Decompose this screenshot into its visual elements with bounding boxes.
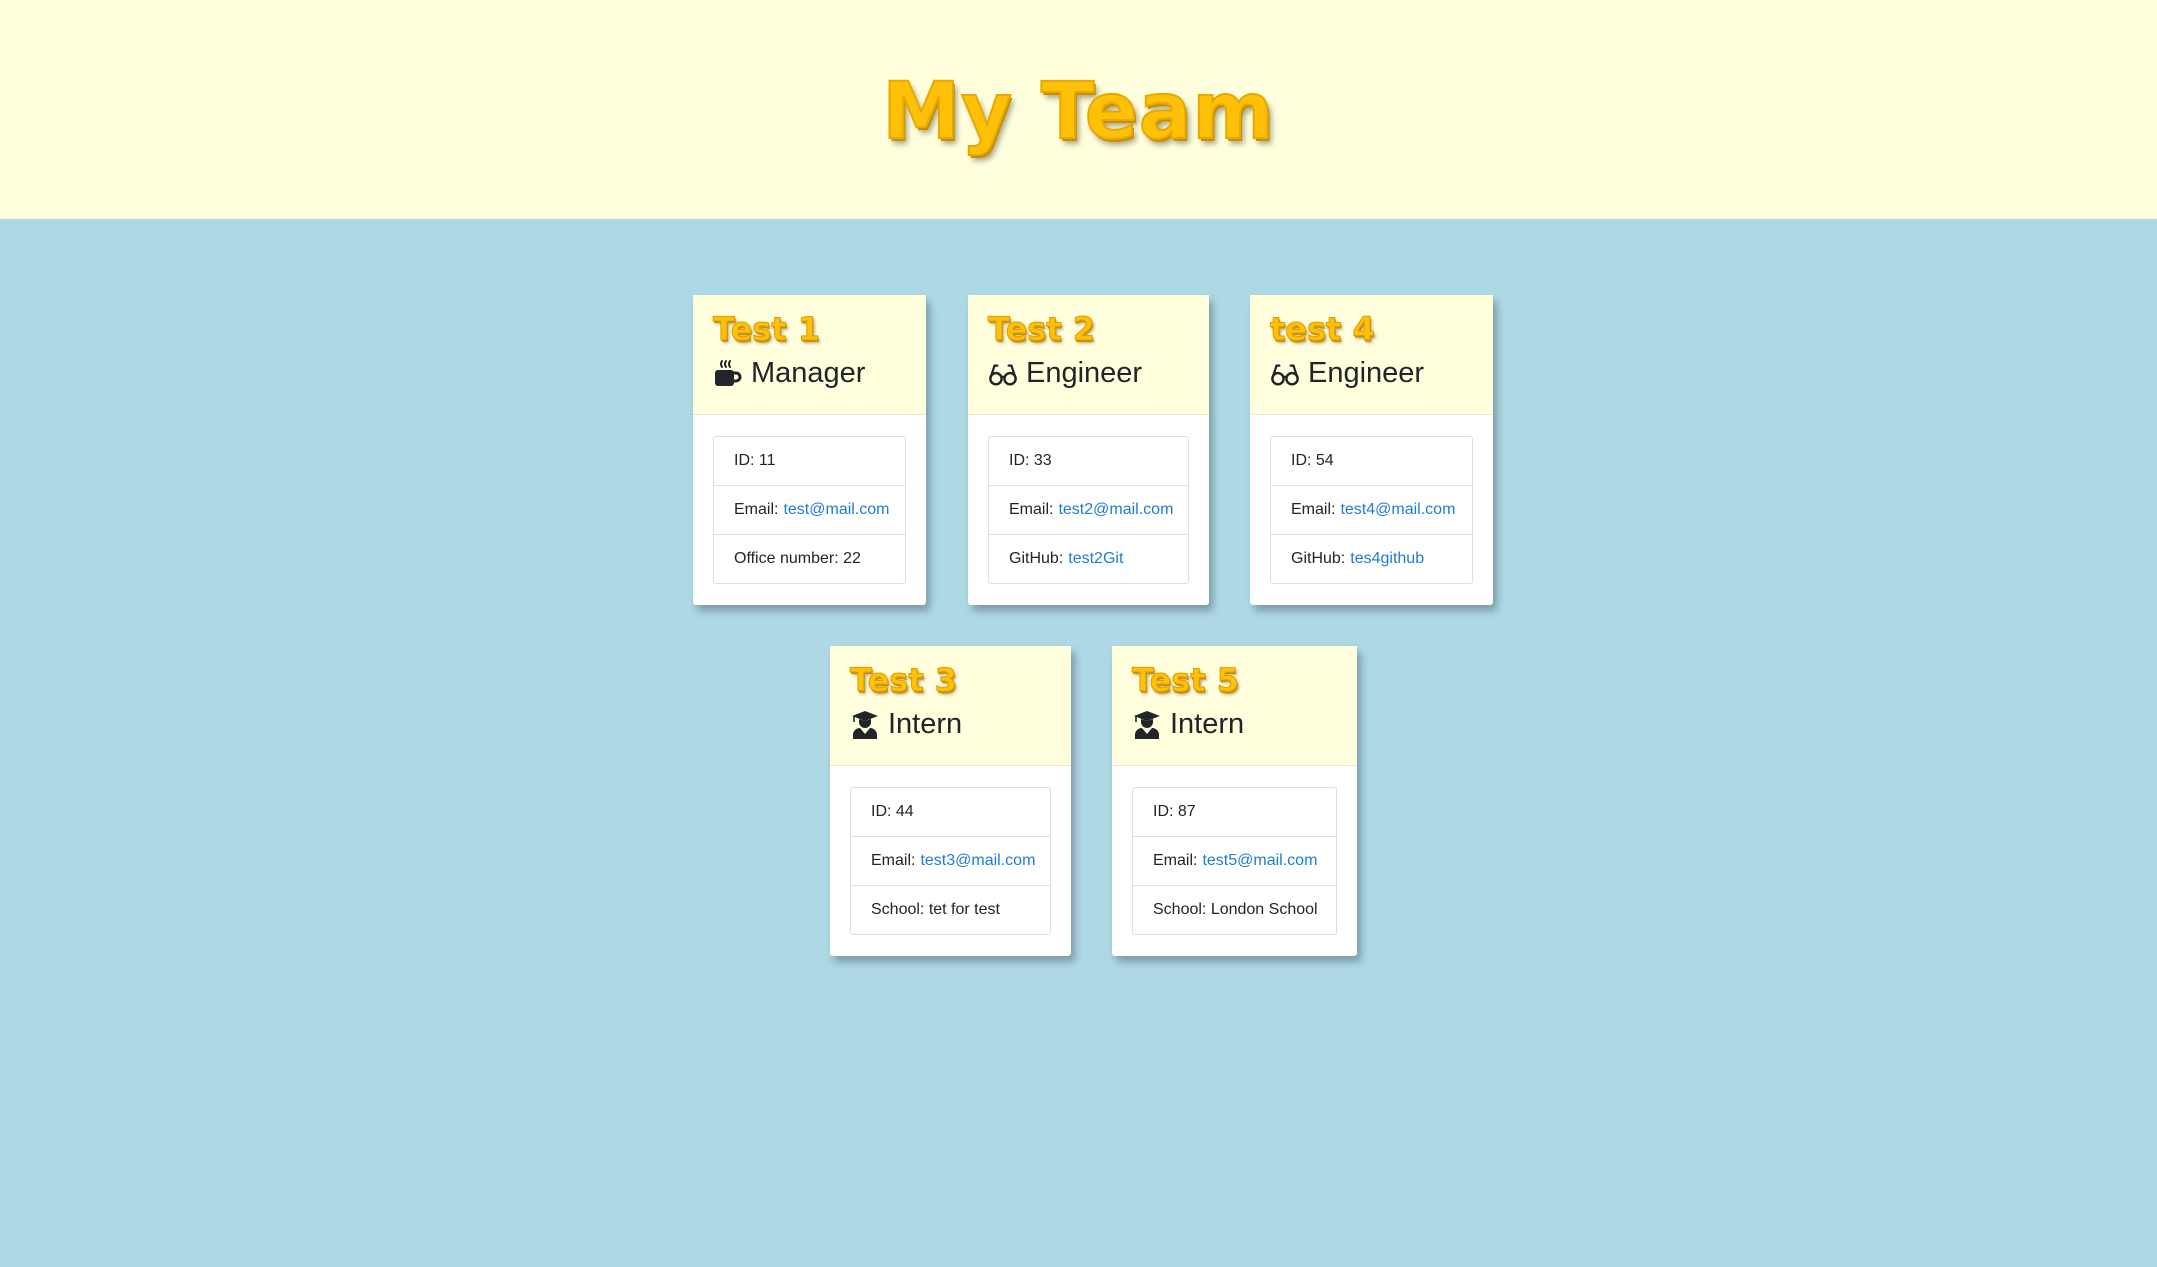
card-body: ID: 11 Email: test@mail.com Office numbe… — [693, 415, 926, 604]
role-label: Engineer — [1308, 357, 1425, 389]
employee-role: Intern — [1132, 708, 1337, 741]
employee-role: Intern — [850, 708, 1051, 741]
id-text: ID: 33 — [1009, 452, 1052, 469]
role-label: Intern — [1170, 708, 1245, 740]
school-text: School: London School — [1153, 901, 1318, 918]
id-text: ID: 11 — [734, 452, 776, 469]
employee-card: Test 1 Manager ID: 11 Email: test@mail.c… — [693, 295, 926, 605]
employee-card: Test 2 Engineer ID: 33 Email: test2@mail… — [968, 295, 1209, 605]
employee-role: Engineer — [988, 357, 1189, 390]
employee-role: Manager — [713, 357, 906, 390]
employee-name: Test 1 — [713, 310, 821, 348]
email-label: Email: — [1291, 501, 1336, 518]
office-text: Office number: 22 — [734, 550, 861, 567]
info-list: ID: 33 Email: test2@mail.com GitHub: tes… — [988, 436, 1189, 584]
graduate-icon — [1132, 710, 1162, 740]
card-body: ID: 54 Email: test4@mail.com GitHub: tes… — [1250, 415, 1493, 604]
school-row: School: tet for test — [851, 886, 1050, 934]
info-list: ID: 11 Email: test@mail.com Office numbe… — [713, 436, 906, 584]
info-list: ID: 87 Email: test5@mail.com School: Lon… — [1132, 787, 1337, 935]
school-row: School: London School — [1133, 886, 1336, 934]
employee-name: Test 5 — [1132, 661, 1240, 699]
card-header: Test 5 Intern — [1112, 646, 1357, 766]
role-label: Engineer — [1026, 357, 1143, 389]
graduate-icon — [850, 710, 880, 740]
email-link[interactable]: test5@mail.com — [1202, 852, 1317, 870]
employee-name: Test 3 — [850, 661, 958, 699]
card-header: test 4 Engineer — [1250, 295, 1493, 415]
card-header: Test 3 Intern — [830, 646, 1071, 766]
card-header: Test 2 Engineer — [968, 295, 1209, 415]
role-label: Intern — [888, 708, 963, 740]
github-link[interactable]: tes4github — [1350, 550, 1424, 568]
email-label: Email: — [1009, 501, 1054, 518]
employee-card: Test 5 Intern ID: 87 Email: test5@mail.c… — [1112, 646, 1357, 956]
card-body: ID: 33 Email: test2@mail.com GitHub: tes… — [968, 415, 1209, 604]
school-text: School: tet for test — [871, 901, 1000, 918]
github-label: GitHub: — [1291, 550, 1346, 567]
info-list: ID: 44 Email: test3@mail.com School: tet… — [850, 787, 1051, 935]
id-row: ID: 11 — [714, 437, 905, 486]
email-label: Email: — [1153, 852, 1198, 869]
id-row: ID: 33 — [989, 437, 1188, 486]
github-row: GitHub: tes4github — [1271, 535, 1472, 583]
email-row: Email: test2@mail.com — [989, 486, 1188, 535]
email-row: Email: test@mail.com — [714, 486, 905, 535]
id-text: ID: 54 — [1291, 452, 1334, 469]
email-link[interactable]: test4@mail.com — [1340, 501, 1455, 519]
id-row: ID: 54 — [1271, 437, 1472, 486]
glasses-icon — [988, 359, 1018, 389]
glasses-icon — [1270, 359, 1300, 389]
page-title: My Team — [881, 66, 1275, 158]
email-label: Email: — [871, 852, 916, 869]
email-row: Email: test4@mail.com — [1271, 486, 1472, 535]
card-header: Test 1 Manager — [693, 295, 926, 415]
id-text: ID: 44 — [871, 803, 914, 820]
page-header: My Team — [0, 0, 2157, 219]
email-row: Email: test5@mail.com — [1133, 837, 1336, 886]
office-row: Office number: 22 — [714, 535, 905, 583]
employee-role: Engineer — [1270, 357, 1473, 390]
email-link[interactable]: test2@mail.com — [1058, 501, 1173, 519]
card-body: ID: 44 Email: test3@mail.com School: tet… — [830, 766, 1071, 955]
role-label: Manager — [751, 357, 866, 389]
github-label: GitHub: — [1009, 550, 1064, 567]
email-link[interactable]: test3@mail.com — [920, 852, 1035, 870]
github-row: GitHub: test2Git — [989, 535, 1188, 583]
info-list: ID: 54 Email: test4@mail.com GitHub: tes… — [1270, 436, 1473, 584]
card-body: ID: 87 Email: test5@mail.com School: Lon… — [1112, 766, 1357, 955]
github-link[interactable]: test2Git — [1068, 550, 1123, 568]
email-row: Email: test3@mail.com — [851, 837, 1050, 886]
id-text: ID: 87 — [1153, 803, 1196, 820]
employee-card: Test 3 Intern ID: 44 Email: test3@mail.c… — [830, 646, 1071, 956]
mug-icon — [713, 359, 743, 389]
employee-card: test 4 Engineer ID: 54 Email: test4@mail… — [1250, 295, 1493, 605]
email-link[interactable]: test@mail.com — [783, 501, 889, 519]
id-row: ID: 44 — [851, 788, 1050, 837]
email-label: Email: — [734, 501, 779, 518]
employee-name: test 4 — [1270, 310, 1376, 348]
id-row: ID: 87 — [1133, 788, 1336, 837]
employee-name: Test 2 — [988, 310, 1096, 348]
